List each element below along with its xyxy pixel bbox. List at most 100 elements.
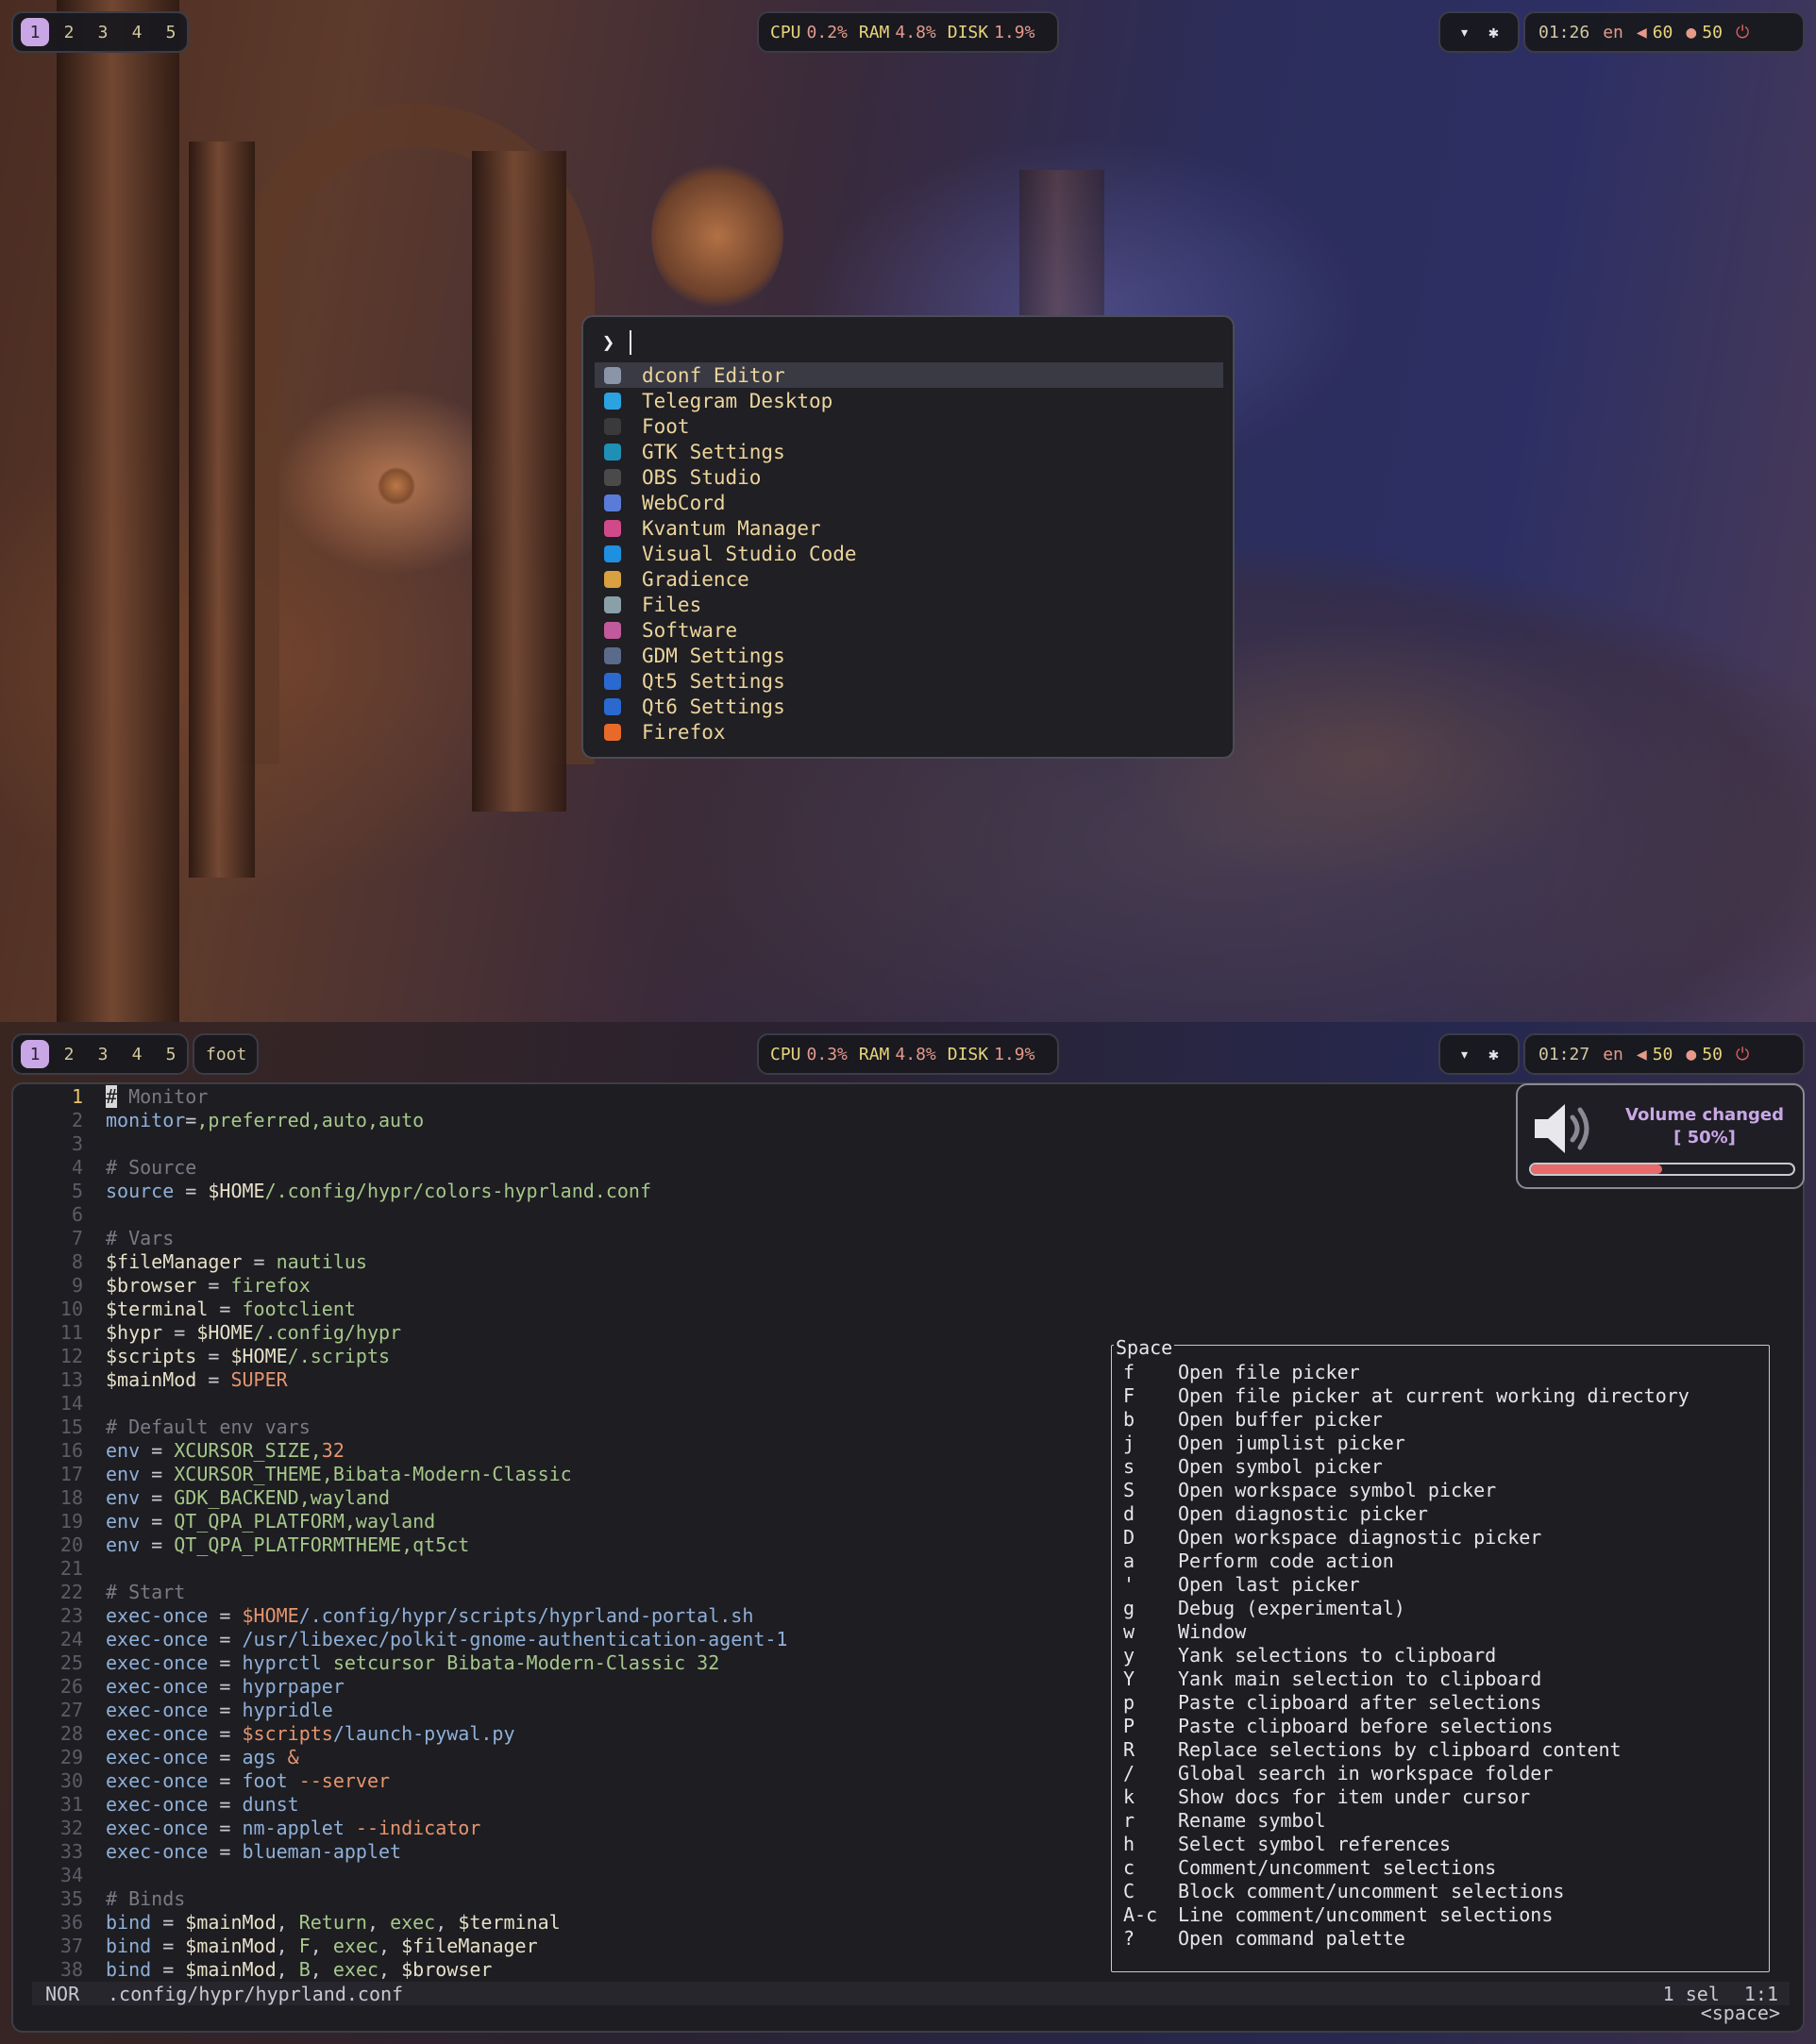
code-token: blueman-applet: [242, 1840, 402, 1863]
vscode-icon: [604, 545, 621, 562]
keymap-hint[interactable]: s Open symbol picker: [1123, 1455, 1383, 1479]
keymap-hint[interactable]: g Debug (experimental): [1123, 1597, 1405, 1620]
keymap-hint[interactable]: c Comment/uncomment selections: [1123, 1856, 1496, 1880]
keymap-hint[interactable]: F Open file picker at current working dir…: [1123, 1384, 1690, 1408]
keymap-hint[interactable]: / Global search in workspace folder: [1123, 1762, 1553, 1785]
keymap-hint[interactable]: k Show docs for item under cursor: [1123, 1785, 1530, 1809]
launcher-item[interactable]: Files: [595, 592, 1223, 617]
keymap-hint[interactable]: w Window: [1123, 1620, 1246, 1644]
code-token: source: [106, 1180, 175, 1202]
keymap-hint[interactable]: b Open buffer picker: [1123, 1408, 1383, 1432]
system-metrics: CPU 0.3% RAM 4.8% DISK 1.9%: [757, 1033, 1059, 1075]
volume-icon[interactable]: ◀: [1637, 23, 1647, 42]
launcher-item[interactable]: OBS Studio: [595, 464, 1223, 490]
launcher-search[interactable]: ❯: [602, 330, 632, 355]
launcher-item[interactable]: Firefox: [595, 719, 1223, 745]
keymap-hint[interactable]: j Open jumplist picker: [1123, 1432, 1405, 1455]
hint-description: Open diagnostic picker: [1178, 1502, 1428, 1525]
launcher-item[interactable]: Visual Studio Code: [595, 541, 1223, 566]
volume-value[interactable]: 60: [1653, 23, 1673, 42]
keymap-hint[interactable]: ' Open last picker: [1123, 1573, 1360, 1597]
launcher-item[interactable]: Qt5 Settings: [595, 668, 1223, 694]
line-number: 12: [59, 1345, 83, 1367]
workspace-2[interactable]: 2: [55, 18, 83, 46]
hint-key: C: [1123, 1880, 1135, 1902]
keymap-hint[interactable]: A-c Line comment/uncomment selections: [1123, 1903, 1553, 1927]
keymap-hint[interactable]: D Open workspace diagnostic picker: [1123, 1526, 1541, 1550]
launcher-item[interactable]: Qt6 Settings: [595, 694, 1223, 719]
code-token: dunst: [242, 1793, 299, 1816]
hint-key: w: [1123, 1620, 1135, 1643]
workspace-4[interactable]: 4: [123, 1040, 151, 1068]
terminal-icon: [604, 417, 621, 435]
wifi-icon[interactable]: ▾: [1459, 23, 1470, 42]
workspace-3[interactable]: 3: [89, 1040, 117, 1068]
code-line: 15 # Default env vars: [25, 1416, 311, 1439]
code-token: F: [298, 1935, 311, 1957]
volume-value[interactable]: 50: [1653, 1045, 1673, 1064]
launcher-item[interactable]: GTK Settings: [595, 439, 1223, 464]
clock[interactable]: 01:27: [1539, 1045, 1589, 1064]
keymap-hint[interactable]: f Open file picker: [1123, 1361, 1360, 1384]
code-token: # Monitor: [106, 1085, 209, 1108]
launcher-item[interactable]: dconf Editor: [595, 362, 1223, 388]
bluetooth-icon[interactable]: ✱: [1488, 1045, 1499, 1064]
bluetooth-icon[interactable]: ✱: [1488, 23, 1499, 42]
hint-description: Paste clipboard after selections: [1178, 1691, 1542, 1714]
workspace-5[interactable]: 5: [157, 1040, 185, 1068]
keymap-hint[interactable]: Y Yank main selection to clipboard: [1123, 1667, 1541, 1691]
launcher-item[interactable]: Foot: [595, 413, 1223, 439]
workspace-1[interactable]: 1: [21, 18, 49, 46]
hint-description: Block comment/uncomment selections: [1178, 1880, 1565, 1902]
line-number: 9: [71, 1274, 83, 1297]
keymap-hint[interactable]: r Rename symbol: [1123, 1809, 1326, 1833]
microphone-icon[interactable]: ●: [1686, 23, 1696, 42]
launcher-item[interactable]: GDM Settings: [595, 643, 1223, 668]
keymap-hint[interactable]: d Open diagnostic picker: [1123, 1502, 1428, 1526]
cpu-label: CPU: [770, 22, 801, 42]
workspace-1[interactable]: 1: [21, 1040, 49, 1068]
launcher-item[interactable]: Gradience: [595, 566, 1223, 592]
mic-value[interactable]: 50: [1702, 1045, 1723, 1064]
launcher-item[interactable]: Kvantum Manager: [595, 515, 1223, 541]
power-icon[interactable]: ⏻: [1736, 1045, 1749, 1064]
line-number: 16: [59, 1439, 83, 1462]
microphone-icon[interactable]: ●: [1686, 1045, 1696, 1064]
keymap-hint[interactable]: S Open workspace symbol picker: [1123, 1479, 1496, 1502]
code-editor[interactable]: 1 # Monitor 2 monitor = ,preferred,auto,auto 3…: [25, 1085, 1110, 1981]
power-icon[interactable]: ⏻: [1736, 23, 1749, 42]
keymap-hint[interactable]: C Block comment/uncomment selections: [1123, 1880, 1564, 1903]
code-token: $fileManager: [106, 1250, 243, 1273]
code-token: $mainMod: [185, 1958, 277, 1981]
workspace-4[interactable]: 4: [123, 18, 151, 46]
hint-description: Open workspace symbol picker: [1178, 1479, 1497, 1501]
hint-key: g: [1123, 1597, 1135, 1619]
mic-value[interactable]: 50: [1702, 23, 1723, 42]
keymap-hint[interactable]: h Select symbol references: [1123, 1833, 1451, 1856]
launcher-item[interactable]: WebCord: [595, 490, 1223, 515]
code-token: env: [106, 1439, 141, 1462]
launcher-item[interactable]: Telegram Desktop: [595, 388, 1223, 413]
hint-description: Debug (experimental): [1178, 1597, 1405, 1619]
keymap-hint[interactable]: R Replace selections by clipboard content: [1123, 1738, 1622, 1762]
code-token: 32: [321, 1439, 345, 1462]
keymap-hint[interactable]: P Paste clipboard before selections: [1123, 1715, 1553, 1738]
code-token: firefox: [230, 1274, 311, 1297]
keymap-hint[interactable]: ? Open command palette: [1123, 1927, 1405, 1951]
keymap-hint[interactable]: y Yank selections to clipboard: [1123, 1644, 1496, 1667]
keymap-hint[interactable]: a Perform code action: [1123, 1550, 1394, 1573]
workspace-5[interactable]: 5: [157, 18, 185, 46]
workspace-3[interactable]: 3: [89, 18, 117, 46]
volume-level-track: [1529, 1163, 1795, 1176]
code-token: =: [208, 1651, 243, 1674]
keyboard-layout[interactable]: en: [1603, 23, 1623, 42]
keyboard-layout[interactable]: en: [1603, 1045, 1623, 1064]
volume-icon[interactable]: ◀: [1637, 1045, 1647, 1064]
ram-label: RAM: [858, 22, 890, 42]
keymap-hint[interactable]: p Paste clipboard after selections: [1123, 1691, 1541, 1715]
clock[interactable]: 01:26: [1539, 23, 1589, 42]
code-token: $mainMod: [185, 1911, 277, 1934]
workspace-2[interactable]: 2: [55, 1040, 83, 1068]
wifi-icon[interactable]: ▾: [1459, 1045, 1470, 1064]
launcher-item[interactable]: Software: [595, 617, 1223, 643]
